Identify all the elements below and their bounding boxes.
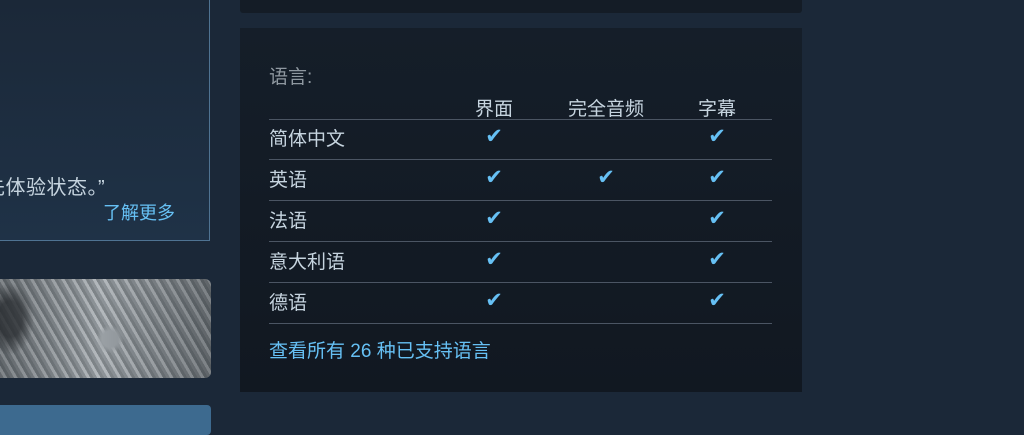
table-divider <box>269 323 772 324</box>
check-icon: ✔ <box>485 125 503 148</box>
language-panel: 语言: 界面 完全音频 字幕 简体中文 ✔ ✔ 英语 ✔ ✔ ✔ 法语 ✔ ✔ 意大利语 ✔ ✔ 德语 ✔ ✔… <box>240 28 802 392</box>
check-icon: ✔ <box>708 166 726 189</box>
language-name: 英语 <box>269 170 308 191</box>
column-header-full-audio: 完全音频 <box>567 99 645 120</box>
early-access-quote-text: 先体验状态。” <box>0 177 106 199</box>
check-icon: ✔ <box>708 289 726 312</box>
early-access-box: 先体验状态。” 了解更多 <box>0 0 210 241</box>
table-divider <box>269 241 772 242</box>
check-icon: ✔ <box>485 207 503 230</box>
partial-button[interactable] <box>0 405 211 435</box>
language-name: 德语 <box>269 293 308 314</box>
media-thumbnail[interactable] <box>0 279 211 378</box>
column-header-subtitles: 字幕 <box>697 99 737 120</box>
table-divider <box>269 119 772 120</box>
early-access-quote: 先体验状态。” <box>0 171 105 200</box>
check-icon: ✔ <box>708 207 726 230</box>
table-divider <box>269 159 772 160</box>
table-divider <box>269 282 772 283</box>
top-panel <box>240 0 802 13</box>
column-header-interface: 界面 <box>474 99 514 120</box>
language-name: 简体中文 <box>269 129 346 150</box>
table-divider <box>269 200 772 201</box>
languages-title: 语言: <box>269 67 313 88</box>
check-icon: ✔ <box>485 248 503 271</box>
language-name: 意大利语 <box>269 252 346 273</box>
check-icon: ✔ <box>597 166 615 189</box>
learn-more-link[interactable]: 了解更多 <box>103 199 175 225</box>
check-icon: ✔ <box>485 166 503 189</box>
check-icon: ✔ <box>708 125 726 148</box>
check-icon: ✔ <box>708 248 726 271</box>
check-icon: ✔ <box>485 289 503 312</box>
see-all-languages-link[interactable]: 查看所有 26 种已支持语言 <box>269 336 491 363</box>
language-name: 法语 <box>269 211 308 232</box>
